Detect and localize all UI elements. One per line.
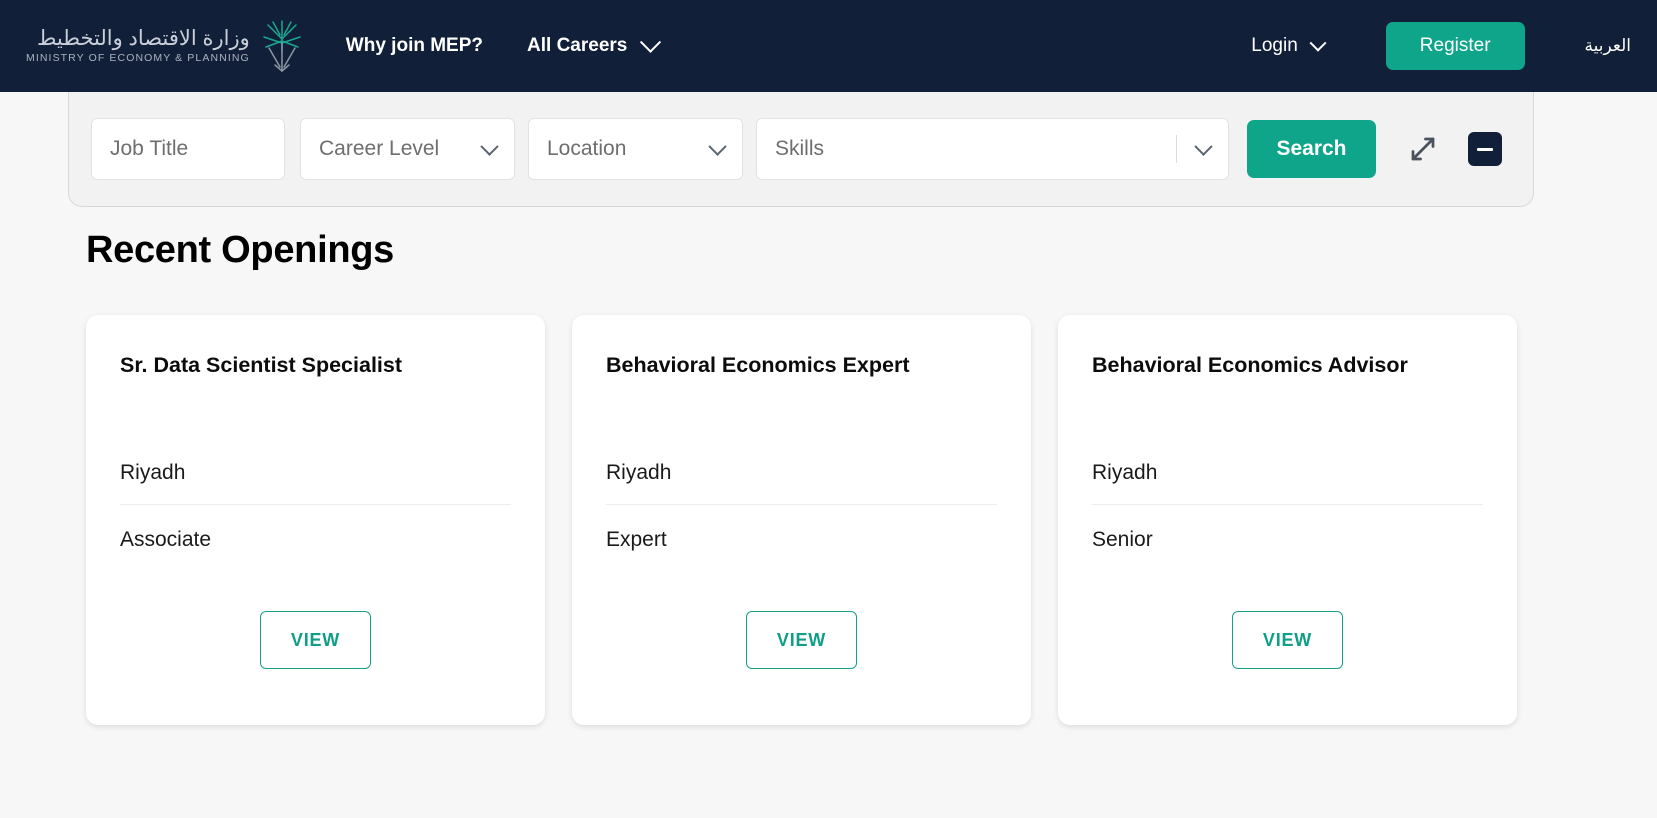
logo-english-title: MINISTRY OF ECONOMY & PLANNING <box>26 52 250 65</box>
site-header: وزارة الاقتصاد والتخطيط MINISTRY OF ECON… <box>0 0 1657 92</box>
chevron-down-icon <box>1194 136 1213 156</box>
palm-emblem-icon <box>263 20 301 72</box>
logo-text: وزارة الاقتصاد والتخطيط MINISTRY OF ECON… <box>26 28 250 64</box>
job-card[interactable]: Behavioral Economics Expert Riyadh Exper… <box>572 315 1031 725</box>
header-actions: Login Register العربية <box>1251 0 1657 92</box>
main-content: Recent Openings Sr. Data Scientist Speci… <box>0 207 1657 818</box>
register-button[interactable]: Register <box>1385 22 1525 70</box>
chevron-down-icon <box>480 136 499 156</box>
job-title-input[interactable]: Job Title <box>91 118 285 180</box>
skills-dropdown-toggle[interactable] <box>1176 134 1213 164</box>
job-location: Riyadh <box>120 461 511 505</box>
job-cards-list: Sr. Data Scientist Specialist Riyadh Ass… <box>0 272 1657 725</box>
divider <box>1176 135 1177 163</box>
job-career-level: Associate <box>120 527 212 551</box>
login-label: Login <box>1251 35 1298 56</box>
login-menu[interactable]: Login <box>1251 34 1327 57</box>
nav-item-label: All Careers <box>527 35 628 56</box>
job-title: Sr. Data Scientist Specialist <box>120 353 403 377</box>
job-title: Behavioral Economics Expert <box>606 353 910 377</box>
site-logo[interactable]: وزارة الاقتصاد والتخطيط MINISTRY OF ECON… <box>26 16 304 76</box>
location-select[interactable]: Location <box>528 118 743 180</box>
career-level-placeholder: Career Level <box>319 137 440 160</box>
view-job-button[interactable]: VIEW <box>746 611 857 669</box>
skills-placeholder: Skills <box>775 137 825 160</box>
view-job-button[interactable]: VIEW <box>260 611 371 669</box>
career-level-select[interactable]: Career Level <box>300 118 515 180</box>
job-career-level: Senior <box>1092 527 1153 551</box>
expand-arrows-icon[interactable] <box>1408 134 1438 164</box>
job-card-footer: VIEW <box>606 611 997 725</box>
view-job-button[interactable]: VIEW <box>1232 611 1343 669</box>
search-button[interactable]: Search <box>1247 120 1376 178</box>
nav-item-all-careers[interactable]: All Careers <box>527 31 662 57</box>
minus-icon <box>1477 147 1493 151</box>
logo-arabic-title: وزارة الاقتصاد والتخطيط <box>36 27 250 51</box>
job-title-placeholder: Job Title <box>110 137 189 160</box>
chevron-down-icon <box>640 31 662 53</box>
job-career-level: Expert <box>606 527 667 551</box>
collapse-search-button[interactable] <box>1468 132 1502 166</box>
chevron-down-icon <box>1309 34 1327 52</box>
job-card-footer: VIEW <box>1092 611 1483 725</box>
job-title: Behavioral Economics Advisor <box>1092 353 1408 377</box>
skills-multiselect[interactable]: Skills <box>756 118 1229 180</box>
language-switch-arabic[interactable]: العربية <box>1585 36 1631 56</box>
job-card[interactable]: Sr. Data Scientist Specialist Riyadh Ass… <box>86 315 545 725</box>
job-card[interactable]: Behavioral Economics Advisor Riyadh Seni… <box>1058 315 1517 725</box>
job-location: Riyadh <box>1092 461 1483 505</box>
chevron-down-icon <box>708 136 727 156</box>
job-location: Riyadh <box>606 461 997 505</box>
nav-item-label: Why join MEP? <box>345 35 484 56</box>
job-card-footer: VIEW <box>120 611 511 725</box>
location-placeholder: Location <box>547 137 627 160</box>
job-search-panel: Job Title Career Level Location Skills S… <box>68 92 1534 207</box>
nav-item-why-join-mep[interactable]: Why join MEP? <box>346 35 483 57</box>
main-navigation: Why join MEP? All Careers <box>346 0 662 92</box>
page-title: Recent Openings <box>86 229 394 271</box>
